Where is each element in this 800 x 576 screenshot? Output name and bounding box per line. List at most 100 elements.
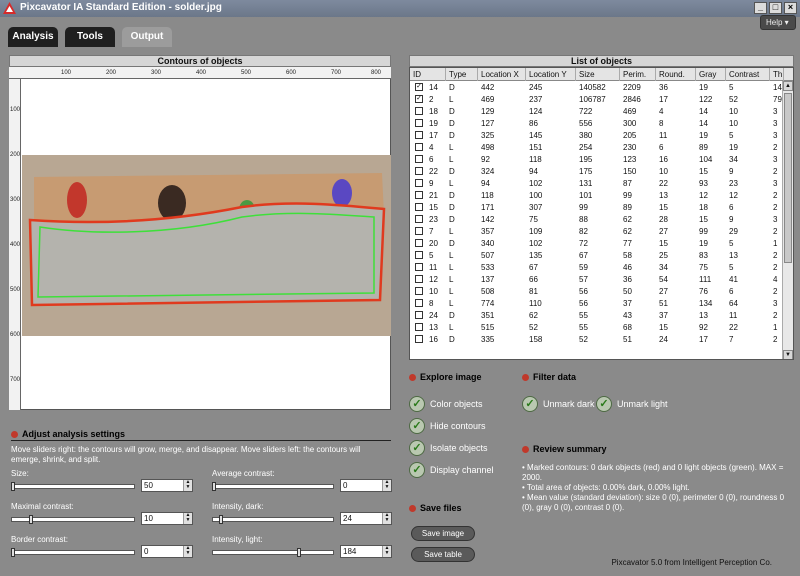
row-checkbox[interactable] [415, 131, 423, 139]
unmark-light-label: Unmark light [617, 399, 668, 409]
row-checkbox[interactable] [415, 287, 423, 295]
spin-arrows-icon[interactable]: ▲ ▼ [183, 513, 192, 524]
table-row[interactable]: ✓ 14 D 442 245 140582 2209 36 19 5 14 [410, 82, 793, 93]
table-cell: D [449, 131, 455, 140]
save-table-button[interactable]: Save table [411, 547, 475, 562]
scroll-down-icon[interactable]: ▼ [783, 350, 793, 359]
scroll-up-icon[interactable]: ▲ [783, 81, 793, 91]
row-checkbox[interactable] [415, 335, 423, 343]
col-header-id[interactable]: ID [410, 68, 446, 81]
row-checkbox[interactable] [415, 167, 423, 175]
avg-contrast-slider-track[interactable] [212, 484, 334, 489]
table-cell: 13 [659, 191, 668, 200]
tab-tools[interactable]: Tools [65, 27, 115, 47]
table-row[interactable]: 4 L 498 151 254 230 6 89 19 2 [410, 142, 793, 153]
intensity-light-slider-track[interactable] [212, 550, 334, 555]
spin-arrows-icon[interactable]: ▲ ▼ [382, 513, 391, 524]
table-cell: 50 [623, 287, 632, 296]
intensity-light-spin-input[interactable]: 184 ▲ ▼ [340, 545, 392, 558]
size-spin-input[interactable]: 50 ▲ ▼ [141, 479, 193, 492]
row-checkbox[interactable] [415, 239, 423, 247]
table-row[interactable]: 18 D 129 124 722 469 4 14 10 3 [410, 106, 793, 117]
max-contrast-slider-thumb[interactable] [29, 515, 33, 524]
table-row[interactable]: 22 D 324 94 175 150 10 15 9 2 [410, 166, 793, 177]
col-header-size[interactable]: Size [576, 68, 620, 81]
table-cell: 774 [481, 299, 495, 308]
row-checkbox[interactable] [415, 119, 423, 127]
maximize-icon[interactable]: □ [769, 2, 782, 14]
table-cell: 6 [729, 287, 734, 296]
intensity-dark-slider-track[interactable] [212, 517, 334, 522]
size-value: 50 [144, 481, 153, 490]
tab-output[interactable]: Output [122, 27, 172, 47]
close-icon[interactable]: × [784, 2, 797, 14]
spin-arrows-icon[interactable]: ▲ ▼ [382, 546, 391, 557]
avg-contrast-spin-input[interactable]: 0 ▲ ▼ [340, 479, 392, 492]
row-checkbox[interactable] [415, 299, 423, 307]
avg-contrast-slider-thumb[interactable] [212, 482, 216, 491]
scroll-thumb[interactable] [784, 93, 792, 263]
spin-arrows-icon[interactable]: ▲ ▼ [183, 546, 192, 557]
table-scrollbar[interactable]: ▲ ▼ [782, 81, 793, 359]
row-checkbox[interactable] [415, 215, 423, 223]
col-header-gray[interactable]: Gray [696, 68, 726, 81]
row-checkbox[interactable] [415, 263, 423, 271]
size-slider-track[interactable] [11, 484, 135, 489]
table-row[interactable]: 8 L 774 110 56 37 51 134 64 3 [410, 298, 793, 309]
col-header-location-x[interactable]: Location X [478, 68, 526, 81]
row-checkbox[interactable] [415, 311, 423, 319]
table-row[interactable]: 6 L 92 118 195 123 16 104 34 3 [410, 154, 793, 165]
col-header-roundness[interactable]: Round. [656, 68, 696, 81]
intensity-dark-spin-input[interactable]: 24 ▲ ▼ [340, 512, 392, 525]
row-checkbox[interactable] [415, 179, 423, 187]
spin-arrows-icon[interactable]: ▲ ▼ [183, 480, 192, 491]
table-row[interactable]: 16 D 335 158 52 51 24 17 7 2 [410, 334, 793, 345]
row-checkbox[interactable] [415, 143, 423, 151]
table-row[interactable]: 7 L 357 109 82 62 27 99 29 2 [410, 226, 793, 237]
table-row[interactable]: 5 L 507 135 67 58 25 83 13 2 [410, 250, 793, 261]
table-row[interactable]: 23 D 142 75 88 62 28 15 9 3 [410, 214, 793, 225]
col-header-contrast[interactable]: Contrast [726, 68, 770, 81]
table-cell: 16 [659, 155, 668, 164]
row-checkbox[interactable] [415, 203, 423, 211]
row-checkbox[interactable] [415, 227, 423, 235]
save-image-button[interactable]: Save image [411, 526, 475, 541]
col-header-threshold[interactable]: Th [770, 68, 784, 81]
col-header-location-y[interactable]: Location Y [526, 68, 576, 81]
table-row[interactable]: 19 D 127 86 556 300 8 14 10 3 [410, 118, 793, 129]
table-row[interactable]: 10 L 508 81 56 50 27 76 6 2 [410, 286, 793, 297]
table-row[interactable]: 24 D 351 62 55 43 37 13 11 2 [410, 310, 793, 321]
max-contrast-spin-input[interactable]: 10 ▲ ▼ [141, 512, 193, 525]
row-checkbox[interactable]: ✓ [415, 83, 423, 91]
table-row[interactable]: 17 D 325 145 380 205 11 19 5 3 [410, 130, 793, 141]
col-header-type[interactable]: Type [446, 68, 478, 81]
table-row[interactable]: 13 L 515 52 55 68 15 92 22 1 [410, 322, 793, 333]
table-row[interactable]: ✓ 2 L 469 237 106787 2846 17 122 52 79 [410, 94, 793, 105]
row-checkbox[interactable] [415, 107, 423, 115]
table-row[interactable]: 21 D 118 100 101 99 13 12 12 2 [410, 190, 793, 201]
intensity-dark-slider-thumb[interactable] [219, 515, 224, 524]
tab-analysis[interactable]: Analysis [8, 27, 58, 47]
border-contrast-slider-track[interactable] [11, 550, 135, 555]
table-row[interactable]: 12 L 137 66 57 36 54 111 41 4 [410, 274, 793, 285]
row-checkbox[interactable] [415, 275, 423, 283]
spin-arrows-icon[interactable]: ▲ ▼ [382, 480, 391, 491]
intensity-light-value: 184 [343, 547, 357, 556]
row-checkbox[interactable] [415, 251, 423, 259]
row-checkbox[interactable] [415, 323, 423, 331]
table-row[interactable]: 15 D 171 307 99 89 15 18 6 2 [410, 202, 793, 213]
table-row[interactable]: 9 L 94 102 131 87 22 93 23 3 [410, 178, 793, 189]
row-checkbox[interactable]: ✓ [415, 95, 423, 103]
col-header-perimeter[interactable]: Perim. [620, 68, 656, 81]
border-contrast-slider-thumb[interactable] [11, 548, 15, 557]
table-cell: 324 [481, 167, 495, 176]
table-row[interactable]: 11 L 533 67 59 46 34 75 5 2 [410, 262, 793, 273]
row-checkbox[interactable] [415, 191, 423, 199]
table-cell: 722 [579, 107, 593, 116]
border-contrast-spin-input[interactable]: 0 ▲ ▼ [141, 545, 193, 558]
minimize-icon[interactable]: _ [754, 2, 767, 14]
row-checkbox[interactable] [415, 155, 423, 163]
table-row[interactable]: 20 D 340 102 72 77 15 19 5 1 [410, 238, 793, 249]
size-slider-thumb[interactable] [11, 482, 15, 491]
intensity-light-slider-thumb[interactable] [296, 548, 301, 557]
